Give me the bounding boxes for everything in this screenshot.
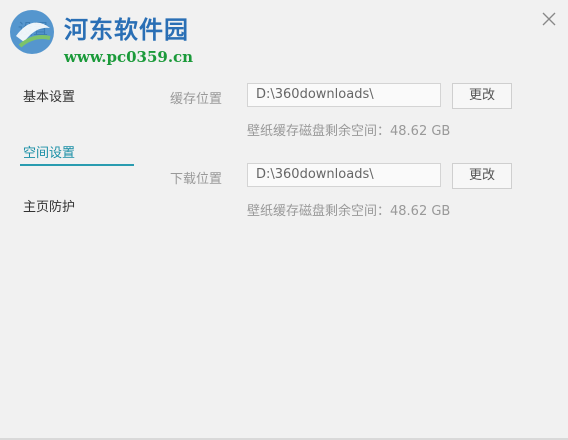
sidebar-item-homepage-protection[interactable]: 主页防护 [20,180,134,220]
download-path-field[interactable]: D:\360downloads\ [247,163,441,187]
close-icon [542,12,556,26]
watermark-brand: 河东软件园 [64,15,189,44]
space-settings-panel: 缓存位置 D:\360downloads\ 更改 壁纸缓存磁盘剩余空间：48.6… [134,70,568,440]
settings-window: 设置 河东软件园 www.pc0359.cn 基本设置 空间设置 主页防护 缓存… [0,0,568,440]
download-location-label: 下载位置 [170,172,223,187]
sidebar: 基本设置 空间设置 主页防护 [0,70,134,440]
cache-free-space-text: 壁纸缓存磁盘剩余空间：48.62 GB [247,124,451,139]
sidebar-item-label: 空间设置 [23,146,76,161]
sidebar-item-basic-settings[interactable]: 基本设置 [20,70,134,110]
cache-location-label: 缓存位置 [170,92,223,107]
active-tab-underline [20,164,134,166]
sidebar-item-label: 主页防护 [23,200,76,215]
watermark-url: www.pc0359.cn [64,48,194,66]
watermark-logo-icon [10,10,54,54]
change-download-location-button[interactable]: 更改 [452,163,512,189]
change-cache-location-button[interactable]: 更改 [452,83,512,109]
watermark: 河东软件园 www.pc0359.cn [0,0,220,80]
sidebar-item-space-settings[interactable]: 空间设置 [20,126,134,166]
cache-path-field[interactable]: D:\360downloads\ [247,83,441,107]
download-free-space-text: 壁纸缓存磁盘剩余空间：48.62 GB [247,204,451,219]
sidebar-item-label: 基本设置 [23,90,76,105]
close-button[interactable] [540,10,558,28]
